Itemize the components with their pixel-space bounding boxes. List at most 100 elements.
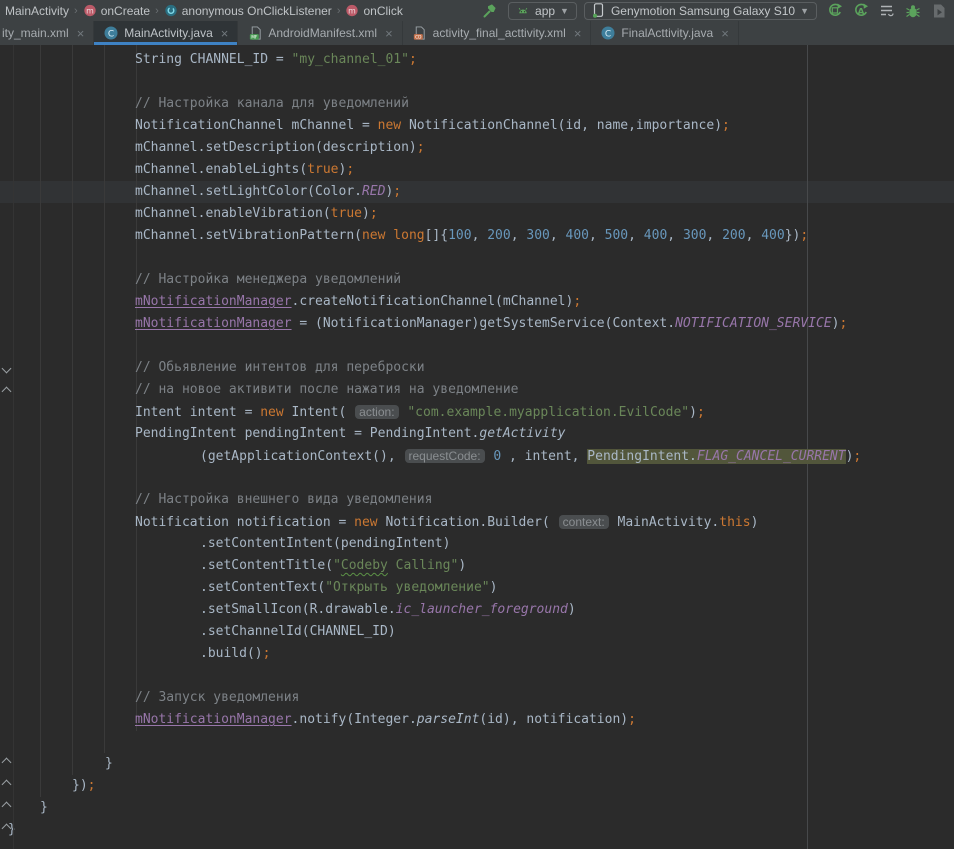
fold-marker-icon[interactable]	[2, 780, 12, 790]
code-token: )	[751, 515, 759, 530]
code-token: true	[331, 206, 362, 221]
device-dropdown[interactable]: Genymotion Samsung Galaxy S10 ▼	[584, 2, 817, 20]
code-line[interactable]: }	[0, 797, 954, 819]
tab-MainActivity.java[interactable]: CMainActivity.java×	[94, 21, 238, 45]
code-line[interactable]: .setContentTitle("Codeby Calling")	[0, 555, 954, 577]
breadcrumb-item-onclick[interactable]: monClick	[342, 4, 405, 18]
close-icon[interactable]: ×	[574, 27, 582, 40]
code-token: .createNotificationChannel(mChannel)	[292, 294, 574, 309]
profiler-icon	[931, 3, 947, 19]
code-line[interactable]: PendingIntent pendingIntent = PendingInt…	[0, 423, 954, 445]
profile-lines-button[interactable]	[876, 1, 898, 20]
fold-marker-icon[interactable]	[2, 758, 12, 768]
code-token: RED	[362, 184, 385, 199]
tab-AndroidManifest.xml[interactable]: MFAndroidManifest.xml×	[238, 21, 402, 45]
code-line[interactable]	[0, 731, 954, 753]
apply-code-changes-button[interactable]: A	[850, 1, 872, 20]
code-token: )	[689, 405, 697, 420]
tab-FinalActtivity.java[interactable]: CFinalActtivity.java×	[591, 21, 738, 45]
close-icon[interactable]: ×	[721, 27, 729, 40]
fold-marker-icon[interactable]	[2, 364, 12, 374]
code-token: .notify(Integer.	[292, 712, 417, 727]
code-token: mChannel.setLightColor(Color.	[135, 184, 362, 199]
code-line[interactable]: .setChannelId(CHANNEL_ID)	[0, 621, 954, 643]
code-line[interactable]: Notification notification = new Notifica…	[0, 511, 954, 533]
code-line[interactable]: // Настройка внешнего вида уведомления	[0, 489, 954, 511]
code-line[interactable]	[0, 335, 954, 357]
code-line[interactable]: .setContentText("Открыть уведомление")	[0, 577, 954, 599]
code-line[interactable]: // Обьявление интентов для переброски	[0, 357, 954, 379]
close-icon[interactable]: ×	[221, 27, 229, 40]
fold-marker-icon[interactable]	[2, 387, 12, 397]
code-token: 200	[722, 228, 745, 243]
method-icon: m	[345, 4, 359, 18]
fold-marker-icon[interactable]	[2, 824, 12, 834]
code-line[interactable]: mChannel.setDescription(description);	[0, 137, 954, 159]
code-token: mChannel.enableVibration(	[135, 206, 331, 221]
close-icon[interactable]: ×	[77, 27, 85, 40]
code-line[interactable]	[0, 467, 954, 489]
code-line[interactable]: mNotificationManager.notify(Integer.pars…	[0, 709, 954, 731]
code-line[interactable]: // на новое активити после нажатия на ув…	[0, 379, 954, 401]
code-line[interactable]	[0, 665, 954, 687]
code-token: ;	[346, 162, 354, 177]
code-token: // на новое активити после нажатия на ув…	[135, 382, 519, 397]
code-line[interactable]: mChannel.setLightColor(Color.RED);	[0, 181, 954, 203]
code-line[interactable]: mChannel.enableVibration(true);	[0, 203, 954, 225]
svg-text:CD: CD	[415, 34, 422, 40]
code-line[interactable]	[0, 71, 954, 93]
code-token: "com.example.myapplication.EvilCode"	[407, 405, 689, 420]
code-line[interactable]: NotificationChannel mChannel = new Notif…	[0, 115, 954, 137]
code-token: ;	[800, 228, 808, 243]
code-token: Intent intent =	[135, 405, 260, 420]
profiler-button[interactable]	[928, 1, 950, 20]
code-token: "	[333, 558, 341, 573]
code-token: mChannel.setVibrationPattern(	[135, 228, 362, 243]
code-line[interactable]: (getApplicationContext(), requestCode: 0…	[0, 445, 954, 467]
code-token: String CHANNEL_ID =	[135, 52, 292, 67]
code-line[interactable]: }	[0, 819, 954, 841]
debug-button[interactable]	[902, 1, 924, 20]
code-line[interactable]: });	[0, 775, 954, 797]
run-configuration-label: app	[535, 4, 555, 18]
apply-code-changes-icon: A	[853, 3, 869, 19]
code-token: parseInt	[417, 712, 480, 727]
code-line[interactable]	[0, 247, 954, 269]
tab-label: activity_final_acttivity.xml	[433, 26, 566, 40]
code-line[interactable]: // Настройка менеджера уведомлений	[0, 269, 954, 291]
code-token: ,	[589, 228, 605, 243]
breadcrumb-separator-icon: ›	[154, 5, 160, 17]
code-line[interactable]: // Запуск уведомления	[0, 687, 954, 709]
code-line[interactable]: mChannel.setVibrationPattern(new long[]{…	[0, 225, 954, 247]
code-token: Calling"	[388, 558, 458, 573]
code-token: // Настройка менеджера уведомлений	[135, 272, 401, 287]
code-line[interactable]: Intent intent = new Intent( action: "com…	[0, 401, 954, 423]
code-token: (getApplicationContext(),	[200, 449, 404, 464]
code-line[interactable]: }	[0, 753, 954, 775]
code-line[interactable]: .build();	[0, 643, 954, 665]
tab-activity_final_acttivity.xml[interactable]: CD activity_final_acttivity.xml ×	[403, 21, 592, 45]
code-line[interactable]: mChannel.enableLights(true);	[0, 159, 954, 181]
code-line[interactable]: mNotificationManager = (NotificationMana…	[0, 313, 954, 335]
fold-marker-icon[interactable]	[2, 802, 12, 812]
phone-icon	[592, 4, 606, 18]
code-line[interactable]: .setSmallIcon(R.drawable.ic_launcher_for…	[0, 599, 954, 621]
breadcrumb-item-anonymous-onclicklistener[interactable]: anonymous OnClickListener	[161, 4, 335, 18]
breadcrumb-item-oncreate[interactable]: monCreate	[80, 4, 153, 18]
breadcrumb-separator-icon: ›	[73, 5, 79, 17]
close-icon[interactable]: ×	[385, 27, 393, 40]
code-area[interactable]: String CHANNEL_ID = "my_channel_01"; // …	[0, 49, 954, 841]
code-token: context:	[559, 515, 609, 529]
code-editor[interactable]: String CHANNEL_ID = "my_channel_01"; // …	[0, 45, 954, 849]
apply-changes-restart-activity-button[interactable]	[824, 1, 846, 20]
code-line[interactable]: // Настройка канала для уведомлений	[0, 93, 954, 115]
code-line[interactable]: mNotificationManager.createNotificationC…	[0, 291, 954, 313]
run-configuration-dropdown[interactable]: app ▼	[508, 2, 577, 20]
code-line[interactable]: .setContentIntent(pendingIntent)	[0, 533, 954, 555]
build-hammer-button[interactable]	[479, 1, 501, 20]
breadcrumb-item-mainactivity[interactable]: MainActivity	[2, 4, 72, 18]
code-line[interactable]: String CHANNEL_ID = "my_channel_01";	[0, 49, 954, 71]
code-token: ;	[393, 184, 401, 199]
svg-text:m: m	[349, 6, 357, 15]
tab-ity_main.xml[interactable]: ity_main.xml×	[0, 21, 94, 45]
